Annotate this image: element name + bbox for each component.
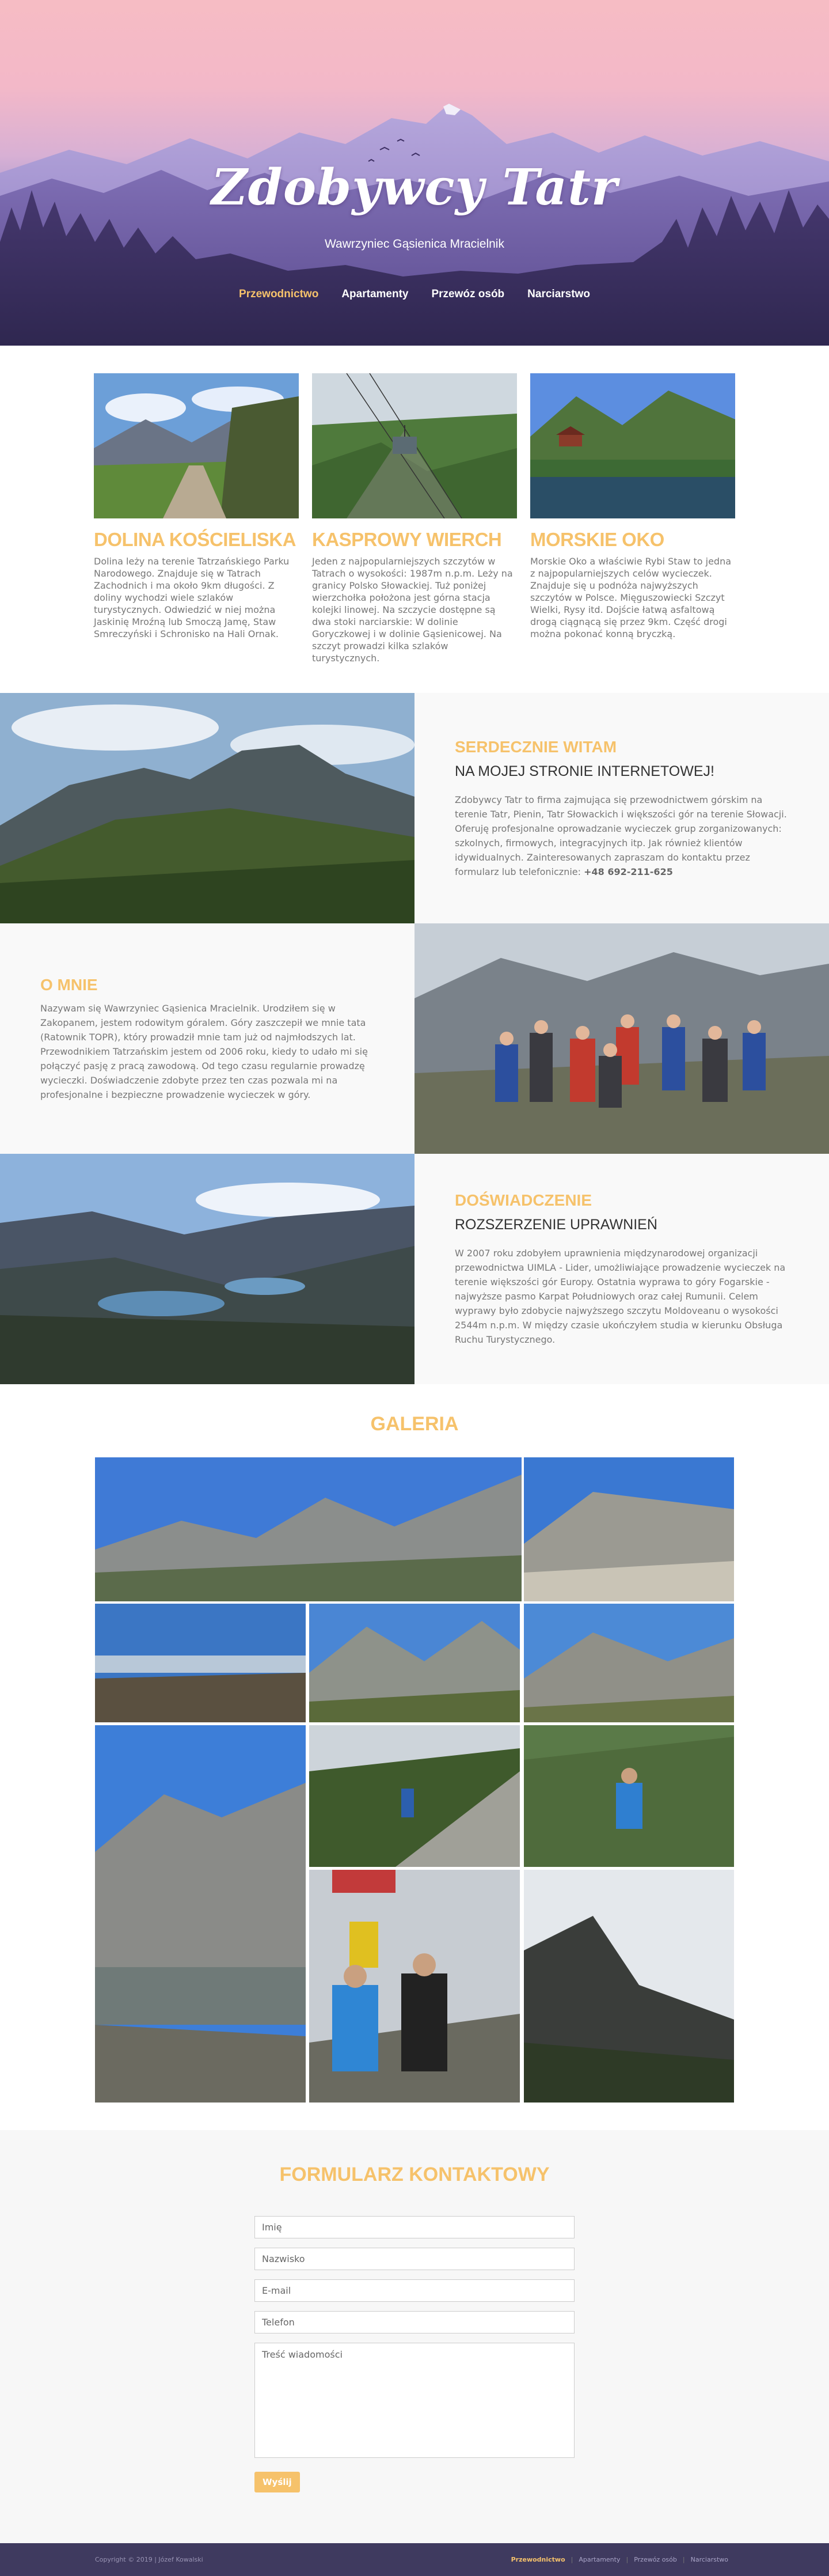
valley-road-photo [94,373,299,518]
experience-text: W 2007 roku zdobyłem uprawnienia międzyn… [455,1248,786,1345]
experience-subtitle: ROZSZERZENIE UPRAWNIEŃ [455,1217,657,1233]
gallery-photo[interactable] [524,1870,734,2103]
hero-banner: Zdobywcy Tatr Wawrzyniec Gąsienica Mraci… [0,0,829,346]
footer-nav-item-przewoz-osob[interactable]: Przewóz osób [628,2556,683,2563]
lake-photo [530,373,735,518]
gallery-grid [95,1457,734,2103]
nav-item-narciarstwo[interactable]: Narciarstwo [527,288,590,301]
gallery-photo[interactable] [95,1457,522,1601]
site-subtitle: Wawrzyniec Gąsienica Mracielnik [325,237,504,251]
main-nav: Przewodnictwo Apartamenty Przewóz osób N… [0,288,829,301]
gallery-photo[interactable] [524,1725,734,1867]
attraction-card-koscieliska: DOLINA KOŚCIELISKA Dolina leży na tereni… [94,373,299,664]
welcome-subtitle: NA MOJEJ STRONIE INTERNETOWEJ! [455,763,714,779]
footer-nav-item-apartamenty[interactable]: Apartamenty [573,2556,626,2563]
about-title: O MNIE [40,975,98,994]
phone-field[interactable]: Telefon [254,2311,575,2333]
message-field[interactable]: Treść wiadomości [254,2343,575,2458]
experience-text-panel: DOŚWIADCZENIE ROZSZERZENIE UPRAWNIEŃ W 2… [414,1154,829,1384]
attraction-text: Morskie Oko a właściwie Rybi Staw to jed… [530,556,732,639]
attraction-title: DOLINA KOŚCIELISKA [94,529,296,550]
mountain-forest-photo [0,693,414,923]
about-text-panel: O MNIE Nazywam się Wawrzyniec Gąsienica … [0,923,414,1154]
gallery-photo[interactable] [95,1725,306,2103]
experience-title: DOŚWIADCZENIE [455,1191,592,1209]
footer-nav: Przewodnictwo | Apartamenty | Przewóz osób… [505,2556,734,2563]
copyright-text: Copyright © 2019 | Józef Kowalski [95,2556,203,2563]
welcome-section: SERDECZNIE WITAM NA MOJEJ STRONIE INTERN… [0,693,829,923]
experience-section: DOŚWIADCZENIE ROZSZERZENIE UPRAWNIEŃ W 2… [0,1154,829,1384]
about-text: Nazywam się Wawrzyniec Gąsienica Mraciel… [40,1002,368,1100]
nav-item-apartamenty[interactable]: Apartamenty [341,288,408,301]
attractions-section: DOLINA KOŚCIELISKA Dolina leży na tereni… [0,346,829,693]
phone-number: +48 692-211-625 [584,866,673,877]
gallery-photo[interactable] [95,1604,306,1722]
attraction-text: Dolina leży na terenie Tatrzańskiego Par… [94,556,290,639]
gallery-photo[interactable] [309,1725,520,1867]
gallery-photo[interactable] [309,1604,520,1722]
gallery-section: GALERIA [0,1384,829,2130]
gallery-photo[interactable] [524,1457,734,1601]
group-photo [414,923,829,1154]
contact-title: FORMULARZ KONTAKTOWY [279,2164,550,2185]
last-name-field[interactable]: Nazwisko [254,2248,575,2270]
contact-form: Imię Nazwisko E-mail Telefon Treść wiado… [254,2216,575,2492]
gallery-title: GALERIA [370,1413,459,1435]
site-title: Zdobywcy Tatr [211,158,618,217]
attraction-title: MORSKIE OKO [530,529,664,550]
cable-car-photo [312,373,517,519]
footer-nav-item-przewodnictwo[interactable]: Przewodnictwo [505,2556,571,2563]
footer-nav-item-narciarstwo[interactable]: Narciarstwo [685,2556,734,2563]
first-name-field[interactable]: Imię [254,2216,575,2238]
gallery-photo[interactable] [309,1870,520,2103]
footer: Copyright © 2019 | Józef Kowalski Przewo… [0,2543,829,2576]
welcome-text-panel: SERDECZNIE WITAM NA MOJEJ STRONIE INTERN… [414,693,829,923]
submit-button[interactable]: Wyślij [254,2472,300,2492]
welcome-text: Zdobywcy Tatr to firma zajmująca się prz… [455,794,787,877]
welcome-title: SERDECZNIE WITAM [455,737,617,756]
attraction-title: KASPROWY WIERCH [312,529,502,550]
attraction-card-morskie-oko: MORSKIE OKO Morskie Oko a właściwie Rybi… [530,373,735,664]
gallery-photo[interactable] [524,1604,734,1722]
about-section: O MNIE Nazywam się Wawrzyniec Gąsienica … [0,923,829,1154]
attraction-text: Jeden z najpopularniejszych szczytów w T… [312,556,513,664]
contact-section: FORMULARZ KONTAKTOWY Imię Nazwisko E-mai… [0,2130,829,2543]
nav-item-przewoz-osob[interactable]: Przewóz osób [431,288,504,301]
lakes-valley-photo [0,1154,414,1384]
attraction-card-kasprowy: KASPROWY WIERCH Jeden z najpopularniejsz… [312,373,517,664]
nav-item-przewodnictwo[interactable]: Przewodnictwo [239,288,318,301]
email-field[interactable]: E-mail [254,2279,575,2302]
